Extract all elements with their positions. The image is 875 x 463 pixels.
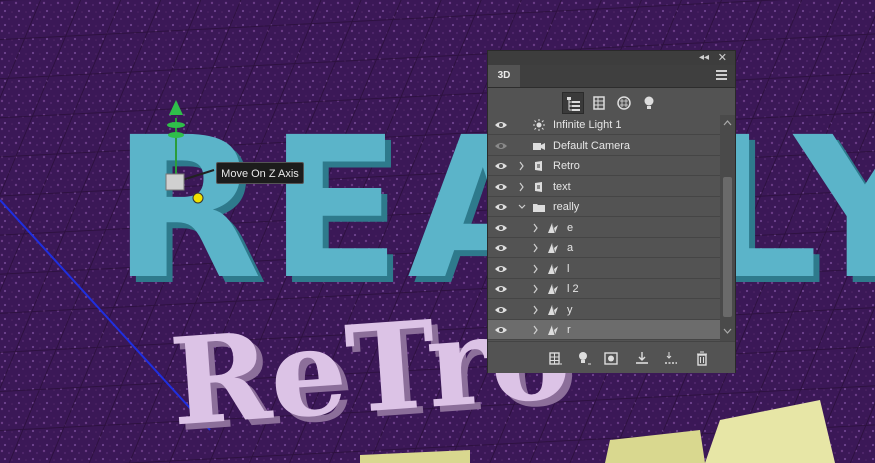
camera-icon xyxy=(533,142,545,150)
mesh-icon xyxy=(548,222,558,233)
mesh-icon xyxy=(548,304,558,315)
layer-row[interactable]: l 2 xyxy=(488,279,720,299)
drop-to-plane-icon xyxy=(636,352,648,364)
tab-3d[interactable]: 3D xyxy=(488,65,520,87)
add-light-button[interactable] xyxy=(576,350,592,366)
filter-lights[interactable] xyxy=(638,92,660,114)
visibility-eye-icon[interactable] xyxy=(494,140,508,152)
collapse-icon[interactable]: ◂◂ xyxy=(699,51,709,65)
drop-selection-icon xyxy=(665,352,677,364)
chevron-right-icon[interactable] xyxy=(532,284,540,294)
constraint-icon xyxy=(604,352,618,365)
layer-row[interactable]: a xyxy=(488,238,720,258)
scroll-down-icon[interactable] xyxy=(720,325,735,337)
lights-icon xyxy=(644,96,654,109)
panel-bottom-bar xyxy=(488,341,735,373)
light-add-icon xyxy=(579,352,591,365)
panel-title-strip: ◂◂ ✕ xyxy=(488,51,735,65)
layer-label: Infinite Light 1 xyxy=(553,119,622,131)
mesh-icon xyxy=(548,283,558,295)
layer-row[interactable]: Infinite Light 1 xyxy=(488,115,720,135)
drop-to-plane-button[interactable] xyxy=(634,350,650,366)
layer-row[interactable]: y xyxy=(488,300,720,320)
drop-selection-button[interactable] xyxy=(663,350,679,366)
layer-label: e xyxy=(567,221,574,234)
mesh-icon xyxy=(548,242,558,254)
chevron-right-icon[interactable] xyxy=(532,305,540,315)
visibility-eye-icon[interactable] xyxy=(494,263,508,275)
layer-row[interactable]: r xyxy=(488,320,720,340)
3d-panel: ◂◂ ✕ 3D Infinite Light 1 Default Camera Re… xyxy=(487,50,736,373)
visibility-eye-icon[interactable] xyxy=(494,242,508,254)
layer-label: l xyxy=(567,262,570,275)
panel-menu-icon[interactable] xyxy=(716,70,727,80)
visibility-eye-icon[interactable] xyxy=(494,119,508,131)
layer-list: Infinite Light 1 Default Camera Retro text r… xyxy=(488,115,735,341)
mesh-add-icon xyxy=(549,352,562,365)
layer-row[interactable]: really xyxy=(488,197,720,217)
add-constraint-button[interactable] xyxy=(603,350,619,366)
scrollbar-thumb[interactable] xyxy=(723,177,732,317)
filter-bar xyxy=(488,88,735,118)
chevron-right-icon[interactable] xyxy=(532,243,540,253)
mesh-icon xyxy=(548,263,558,274)
mesh-group-icon xyxy=(535,161,542,171)
3d-canvas[interactable]: REALLY REALLY ReTro ReTro xyxy=(0,0,875,463)
visibility-eye-icon[interactable] xyxy=(494,201,508,213)
panel-tab-bar: 3D xyxy=(488,65,735,88)
layer-label: a xyxy=(567,242,574,254)
visibility-eye-icon[interactable] xyxy=(494,181,508,193)
filter-whole-scene[interactable] xyxy=(562,92,584,114)
chevron-right-icon[interactable] xyxy=(518,161,526,171)
meshes-icon xyxy=(593,96,605,110)
layer-row[interactable]: e xyxy=(488,218,720,238)
chevron-right-icon[interactable] xyxy=(518,182,526,192)
layer-label: really xyxy=(553,201,580,213)
layer-label: l 2 xyxy=(567,283,579,295)
chevron-right-icon[interactable] xyxy=(532,223,540,233)
layer-label: text xyxy=(553,180,571,193)
layer-row[interactable]: l xyxy=(488,259,720,279)
whole-scene-icon xyxy=(567,97,580,111)
add-mesh-button[interactable] xyxy=(547,350,563,366)
chevron-right-icon[interactable] xyxy=(532,325,540,335)
visibility-eye-icon[interactable] xyxy=(494,222,508,234)
materials-icon xyxy=(617,96,631,110)
close-icon[interactable]: ✕ xyxy=(718,51,727,65)
infinite-light-icon xyxy=(533,119,545,131)
folder-icon xyxy=(533,204,545,212)
visibility-eye-icon[interactable] xyxy=(494,160,508,172)
layer-label: Default Camera xyxy=(553,139,631,152)
chevron-down-icon[interactable] xyxy=(518,202,526,212)
filter-materials[interactable] xyxy=(613,92,635,114)
layer-scrollbar[interactable] xyxy=(720,115,735,341)
mesh-icon xyxy=(548,324,558,336)
tooltip: Move On Z Axis xyxy=(216,162,304,184)
layer-row[interactable]: Retro xyxy=(488,156,720,176)
layer-row[interactable]: text xyxy=(488,177,720,197)
delete-button[interactable] xyxy=(694,350,710,366)
chevron-right-icon[interactable] xyxy=(532,264,540,274)
visibility-eye-icon[interactable] xyxy=(494,283,508,295)
scroll-up-icon[interactable] xyxy=(720,117,735,129)
mesh-group-icon xyxy=(535,181,542,192)
trash-icon xyxy=(697,351,707,366)
layer-label: Retro xyxy=(553,160,580,172)
visibility-eye-icon[interactable] xyxy=(494,304,508,316)
visibility-eye-icon[interactable] xyxy=(494,324,508,336)
layer-row[interactable]: Default Camera xyxy=(488,136,720,156)
layer-label: r xyxy=(567,324,571,336)
layer-label: y xyxy=(567,303,573,316)
filter-meshes[interactable] xyxy=(588,92,610,114)
